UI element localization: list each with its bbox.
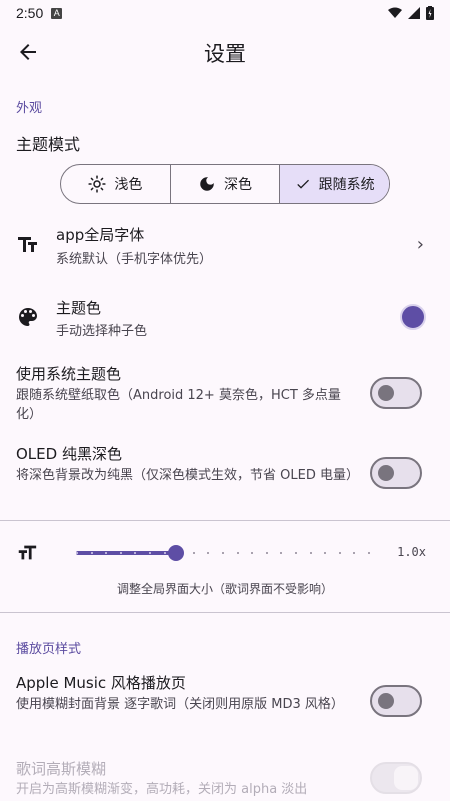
slider-tick	[295, 552, 297, 554]
font-title: app全局字体	[56, 226, 145, 244]
scale-slider[interactable]	[76, 545, 370, 561]
segment-dark-label: 深色	[224, 177, 252, 193]
apple-music-title: Apple Music 风格播放页	[16, 674, 186, 692]
system-theme-row[interactable]: 使用系统主题色 跟随系统壁纸取色（Android 12+ 莫奈色，HCT 多点量…	[0, 363, 450, 425]
sun-icon	[88, 175, 106, 193]
slider-tick	[353, 552, 355, 554]
status-bar: 2:50 A	[0, 0, 450, 26]
scale-caption: 调整全局界面大小（歌词界面不受影响）	[116, 582, 333, 596]
system-theme-subtitle: 跟随系统壁纸取色（Android 12+ 莫奈色，HCT 多点量化）	[16, 388, 341, 422]
slider-tick	[266, 552, 268, 554]
switch-thumb	[394, 766, 418, 790]
slider-tick	[91, 552, 93, 554]
slider-tick	[193, 552, 195, 554]
page-title: 设置	[204, 42, 246, 66]
theme-mode-segmented: 浅色 深色 跟随系统	[60, 164, 390, 204]
theme-color-title: 主题色	[56, 299, 102, 317]
slider-thumb[interactable]	[168, 545, 184, 561]
slider-tick	[164, 552, 166, 554]
divider	[0, 612, 450, 613]
section-appearance: 外观	[16, 101, 43, 116]
slider-tick	[134, 552, 136, 554]
theme-color-row[interactable]: 主题色 手动选择种子色	[0, 295, 450, 345]
lyrics-blur-switch[interactable]	[370, 762, 422, 794]
switch-thumb	[378, 385, 394, 401]
slider-tick	[237, 552, 239, 554]
oled-title: OLED 纯黑深色	[16, 445, 122, 463]
wifi-icon	[388, 7, 402, 18]
slider-tick	[251, 552, 253, 554]
theme-color-subtitle: 手动选择种子色	[56, 324, 148, 339]
format-size-icon	[18, 545, 37, 560]
slider-tick	[339, 552, 341, 554]
segment-system-label: 跟随系统	[318, 177, 375, 193]
moon-icon	[200, 177, 214, 191]
slider-tick	[310, 552, 312, 554]
slider-tick	[76, 552, 78, 554]
lyrics-blur-row[interactable]: 歌词高斯模糊 开启为高斯模糊渐变，高功耗，关闭为 alpha 淡出	[0, 758, 450, 801]
slider-tick	[105, 552, 107, 554]
switch-thumb	[378, 693, 394, 709]
slider-tick	[207, 552, 209, 554]
slider-tick	[280, 552, 282, 554]
slider-tick	[120, 552, 122, 554]
system-theme-title: 使用系统主题色	[16, 365, 122, 383]
slider-tick	[368, 552, 370, 554]
oled-row[interactable]: OLED 纯黑深色 将深色背景改为纯黑（仅深色模式生效，节省 OLED 电量）	[0, 443, 450, 505]
slider-tick	[324, 552, 326, 554]
divider	[0, 520, 450, 521]
system-theme-switch[interactable]	[370, 377, 422, 409]
battery-icon	[426, 6, 434, 20]
segment-light[interactable]: 浅色	[61, 165, 171, 203]
slider-tick	[222, 552, 224, 554]
font-setting-row[interactable]: app全局字体 系统默认（手机字体优先） ›	[0, 222, 450, 272]
notification-badge: A	[51, 7, 63, 19]
palette-icon	[19, 308, 37, 326]
oled-switch[interactable]	[370, 457, 422, 489]
segment-system[interactable]: 跟随系统	[280, 165, 389, 203]
apple-music-row[interactable]: Apple Music 风格播放页 使用模糊封面背景 逐字歌词（关闭则用原版 M…	[0, 672, 450, 734]
slider-tick	[149, 552, 151, 554]
scale-value: 1.0x	[397, 545, 426, 559]
segment-light-label: 浅色	[114, 177, 143, 193]
section-player: 播放页样式	[16, 642, 82, 657]
check-icon	[296, 179, 309, 189]
theme-color-swatch[interactable]	[400, 304, 426, 330]
switch-thumb	[378, 465, 394, 481]
apple-music-subtitle: 使用模糊封面背景 逐字歌词（关闭则用原版 MD3 风格）	[16, 697, 344, 712]
lyrics-blur-title: 歌词高斯模糊	[16, 760, 107, 778]
lyrics-blur-subtitle: 开启为高斯模糊渐变，高功耗，关闭为 alpha 淡出	[16, 782, 308, 797]
segment-dark[interactable]: 深色	[171, 165, 281, 203]
signal-icon	[408, 7, 420, 19]
chevron-right-icon: ›	[416, 234, 424, 255]
top-app-bar: 设置	[0, 26, 450, 78]
font-subtitle: 系统默认（手机字体优先）	[56, 252, 213, 267]
theme-mode-label: 主题模式	[16, 135, 81, 154]
status-icons	[388, 6, 434, 20]
status-time: 2:50	[16, 5, 44, 21]
apple-music-switch[interactable]	[370, 685, 422, 717]
oled-subtitle: 将深色背景改为纯黑（仅深色模式生效，节省 OLED 电量）	[16, 468, 359, 483]
text-size-icon	[18, 237, 37, 252]
